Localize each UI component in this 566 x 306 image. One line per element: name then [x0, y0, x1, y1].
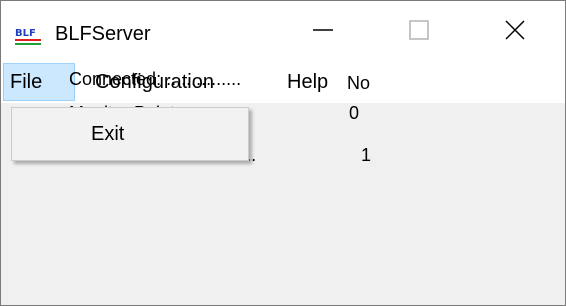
menu-help[interactable]: Help	[281, 63, 334, 101]
maximize-button[interactable]	[373, 1, 465, 59]
monitor-points-value: 0	[349, 103, 360, 123]
maximize-icon	[409, 20, 429, 40]
svg-text:BLF: BLF	[15, 28, 36, 39]
connected-clients-value: 1	[361, 145, 372, 165]
connected-value: No	[347, 73, 371, 93]
main-window: BLF BLFServer File Configuration Help Co…	[0, 0, 566, 306]
menu-item-exit[interactable]: Exit	[13, 116, 247, 152]
blf-app-icon: BLF	[15, 28, 41, 45]
close-icon	[505, 20, 525, 40]
close-button[interactable]	[469, 1, 561, 59]
window-title: BLFServer	[55, 23, 151, 45]
connected-label: Connected: ...............	[69, 69, 242, 89]
file-dropdown-menu: Exit	[11, 107, 249, 161]
title-bar[interactable]: BLF BLFServer	[1, 1, 565, 59]
menu-file[interactable]: File	[3, 63, 75, 101]
minimize-button[interactable]	[277, 1, 369, 59]
minimize-icon	[313, 29, 333, 31]
